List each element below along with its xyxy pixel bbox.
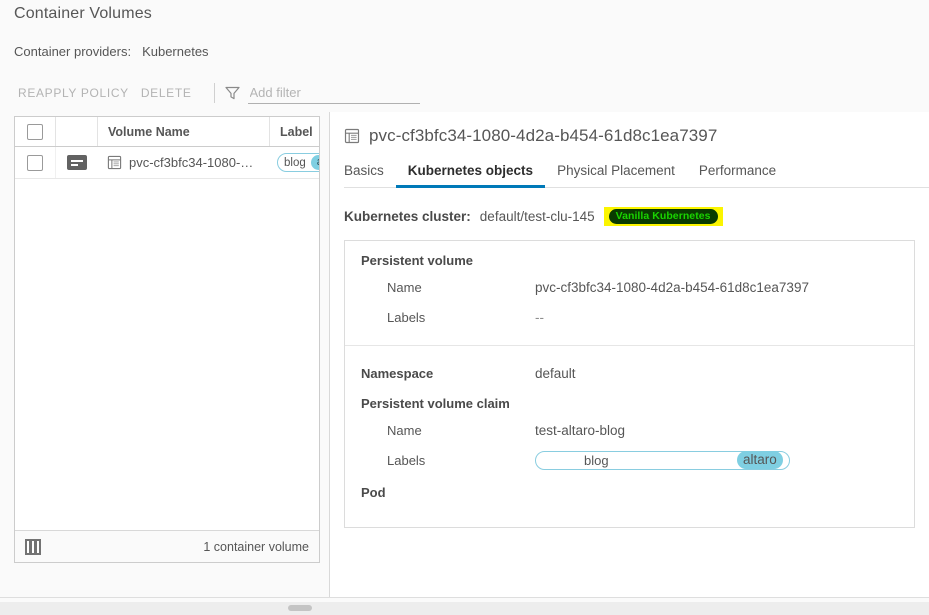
- container-volumes-page: Container Volumes Container providers: K…: [0, 0, 929, 615]
- field-value: default: [535, 365, 576, 381]
- grid-row-count: 1 container volume: [203, 539, 309, 554]
- row-volume-name[interactable]: pvc-cf3bfc34-1080-…: [129, 155, 253, 170]
- select-all-header: [15, 117, 55, 146]
- field-label: Namespace: [361, 365, 434, 381]
- field-value: --: [535, 309, 544, 325]
- section-namespace: Namespace default Persistent volume clai…: [345, 345, 914, 527]
- detail-panel-title: pvc-cf3bfc34-1080-4d2a-b454-61d8c1ea7397: [330, 112, 929, 146]
- section-persistent-volume: Persistent volume Name pvc-cf3bfc34-1080…: [345, 241, 914, 345]
- row-checkbox[interactable]: [27, 154, 43, 171]
- container-volume-icon: [344, 128, 360, 144]
- action-bar: REAPPLY POLICY DELETE: [12, 80, 420, 106]
- label-chip[interactable]: blog altaro: [535, 450, 790, 470]
- row-select-cell: [15, 147, 55, 178]
- label-chip-key: blog: [284, 156, 306, 169]
- label-chip-value: altaro: [737, 451, 783, 469]
- container-providers-value[interactable]: Kubernetes: [142, 44, 209, 59]
- field-pvc-labels: Labels blog altaro: [345, 445, 914, 475]
- grid-header-row: Volume Name Label: [15, 117, 319, 147]
- field-label: Name: [387, 279, 422, 295]
- select-all-checkbox[interactable]: [27, 123, 43, 140]
- tab-basics[interactable]: Basics: [344, 159, 396, 188]
- field-pv-labels: Labels --: [345, 302, 914, 332]
- column-header-label[interactable]: Label: [269, 117, 319, 146]
- filter-control: [224, 82, 420, 104]
- column-header-detail: [55, 117, 97, 146]
- section-heading: Persistent volume claim: [361, 396, 510, 411]
- detail-view-icon[interactable]: [66, 155, 87, 170]
- detail-tabs: Basics Kubernetes objects Physical Place…: [344, 159, 929, 188]
- funnel-icon[interactable]: [224, 86, 240, 100]
- grid-footer: 1 container volume: [15, 530, 319, 562]
- action-bar-divider: [213, 83, 215, 103]
- detail-panel-title-text: pvc-cf3bfc34-1080-4d2a-b454-61d8c1ea7397: [369, 126, 718, 145]
- search-input[interactable]: [247, 82, 420, 104]
- tab-physical-placement[interactable]: Physical Placement: [545, 159, 687, 188]
- volume-detail-panel: pvc-cf3bfc34-1080-4d2a-b454-61d8c1ea7397…: [329, 112, 929, 602]
- container-providers-label: Container providers:: [14, 44, 132, 59]
- field-label: Name: [387, 422, 422, 438]
- reapply-policy-button[interactable]: REAPPLY POLICY: [12, 86, 135, 100]
- horizontal-scrollbar-thumb[interactable]: [288, 605, 312, 611]
- field-pv-name: Name pvc-cf3bfc34-1080-4d2a-b454-61d8c1e…: [345, 272, 914, 302]
- label-chip-key: blog: [584, 452, 609, 468]
- tab-performance[interactable]: Performance: [687, 159, 788, 188]
- field-namespace: Namespace default: [345, 358, 914, 388]
- field-pvc-name: Name test-altaro-blog: [345, 415, 914, 445]
- field-value: blog altaro: [535, 450, 790, 470]
- tab-kubernetes-objects[interactable]: Kubernetes objects: [395, 159, 546, 188]
- kubernetes-cluster-label: Kubernetes cluster:: [344, 209, 471, 224]
- section-heading: Persistent volume: [361, 253, 473, 268]
- cluster-badge-highlight: Vanilla Kubernetes: [603, 207, 723, 226]
- page-title: Container Volumes: [14, 5, 152, 22]
- split-pane-icon[interactable]: [25, 538, 41, 555]
- field-label: Labels: [387, 452, 426, 468]
- field-value: pvc-cf3bfc34-1080-4d2a-b454-61d8c1ea7397: [535, 279, 809, 295]
- horizontal-scrollbar[interactable]: [0, 602, 929, 615]
- kubernetes-cluster-row: Kubernetes cluster: default/test-clu-145…: [344, 207, 929, 226]
- row-detail-cell: [55, 147, 97, 178]
- row-label-cell: blog altaro: [269, 147, 319, 178]
- column-header-volume-name[interactable]: Volume Name: [97, 117, 269, 146]
- section-heading-pod: Pod: [361, 485, 386, 500]
- label-chip-value: altaro: [310, 155, 319, 170]
- table-row[interactable]: pvc-cf3bfc34-1080-… blog altaro: [15, 147, 319, 179]
- container-volume-icon: [107, 155, 122, 170]
- label-chip[interactable]: blog altaro: [277, 153, 319, 172]
- row-volume-name-cell: pvc-cf3bfc34-1080-…: [97, 147, 269, 178]
- kubernetes-cluster-value[interactable]: default/test-clu-145: [480, 209, 595, 224]
- kubernetes-objects-card: Persistent volume Name pvc-cf3bfc34-1080…: [344, 240, 915, 528]
- delete-button[interactable]: DELETE: [135, 86, 198, 100]
- status-badge: Vanilla Kubernetes: [608, 209, 718, 224]
- container-volumes-grid: Volume Name Label pvc-cf3bfc34-1080-… bl…: [14, 116, 320, 563]
- field-label: Labels: [387, 309, 426, 325]
- field-value: test-altaro-blog: [535, 422, 626, 438]
- container-providers-row: Container providers: Kubernetes: [14, 44, 209, 59]
